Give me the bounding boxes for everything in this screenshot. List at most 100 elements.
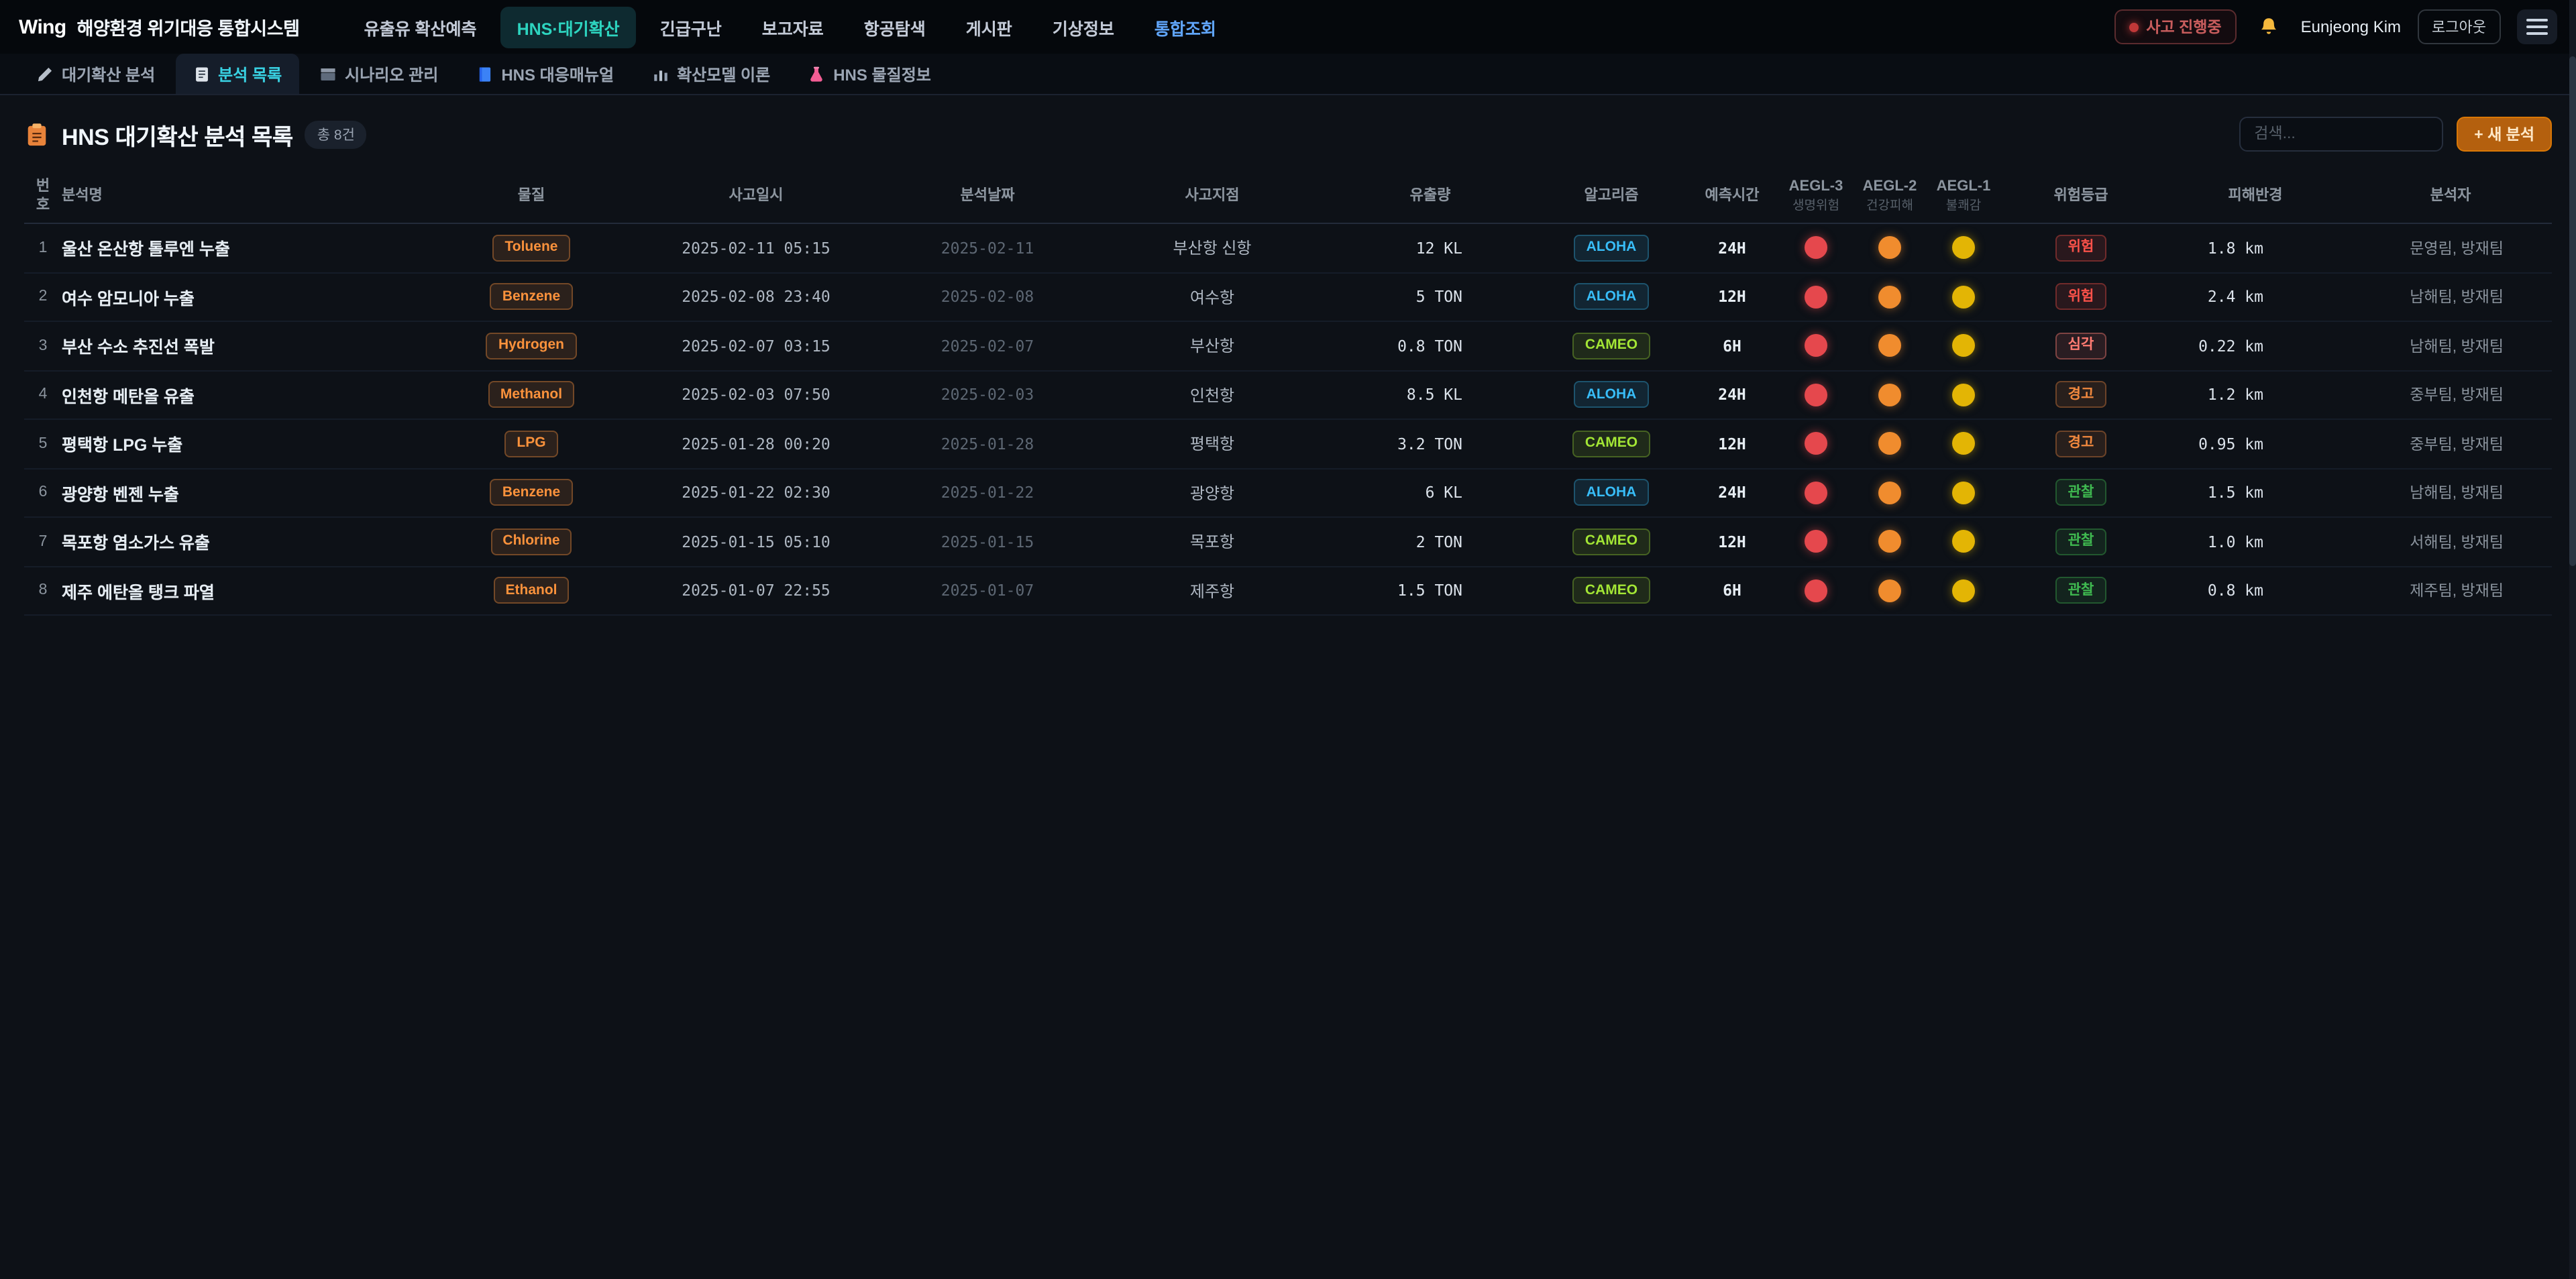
cell-aegl1 <box>1927 482 2000 504</box>
nav-item-3[interactable]: 보고자료 <box>746 6 840 48</box>
logo-text: Wing <box>19 15 66 38</box>
column-header-label: AEGL-1 <box>1927 178 2000 197</box>
algorithm-badge: ALOHA <box>1574 381 1649 408</box>
table-row[interactable]: 5평택항 LPG 누출LPG2025-01-28 00:202025-01-28… <box>24 420 2552 469</box>
algorithm-badge: CAMEO <box>1573 577 1650 604</box>
substance-badge: Chlorine <box>490 528 572 555</box>
brand[interactable]: Wing 해양환경 위기대응 통합시스템 <box>19 13 300 40</box>
clipboard-icon <box>24 121 50 147</box>
column-header-duration: 예측시간 <box>1685 187 1779 206</box>
tab-2[interactable]: 시나리오 관리 <box>302 54 455 94</box>
cell-grade: 위험 <box>2000 283 2161 310</box>
cell-amount: 1.5 TON <box>1323 581 1538 600</box>
cell-amount: 3.2 TON <box>1323 435 1538 453</box>
aegl3-indicator-dot <box>1805 335 1827 357</box>
table-row[interactable]: 7목포항 염소가스 유출Chlorine2025-01-15 05:102025… <box>24 518 2552 567</box>
cell-aegl3 <box>1779 237 1853 260</box>
cell-location: 목포항 <box>1102 531 1323 553</box>
cell-amount: 0.8 TON <box>1323 337 1538 355</box>
cell-aegl2 <box>1853 579 1927 602</box>
manual-icon <box>476 65 493 82</box>
cell-aegl3 <box>1779 579 1853 602</box>
cell-no: 6 <box>24 485 62 501</box>
tab-label: 확산모델 이론 <box>677 62 770 85</box>
cell-algorithm: ALOHA <box>1538 283 1685 310</box>
cell-aegl3 <box>1779 531 1853 553</box>
hamburger-menu-button[interactable] <box>2517 9 2557 44</box>
aegl1-indicator-dot <box>1952 335 1975 357</box>
column-header-datetime: 사고일시 <box>639 187 873 206</box>
table-row[interactable]: 1울산 온산항 톨루엔 누출Toluene2025-02-11 05:15202… <box>24 224 2552 273</box>
table-row[interactable]: 6광양항 벤젠 누출Benzene2025-01-22 02:302025-01… <box>24 469 2552 518</box>
cell-no: 4 <box>24 387 62 403</box>
aegl2-indicator-dot <box>1878 531 1901 553</box>
cell-aegl3 <box>1779 286 1853 309</box>
cell-substance: Hydrogen <box>424 332 639 359</box>
table-row[interactable]: 8제주 에탄올 탱크 파열Ethanol2025-01-07 22:552025… <box>24 567 2552 616</box>
aegl2-indicator-dot <box>1878 335 1901 357</box>
vertical-scrollbar[interactable] <box>2569 0 2576 1279</box>
cell-substance: Chlorine <box>424 528 639 555</box>
aegl3-indicator-dot <box>1805 286 1827 309</box>
table-row[interactable]: 2여수 암모니아 누출Benzene2025-02-08 23:402025-0… <box>24 273 2552 322</box>
search-input[interactable] <box>2239 117 2443 152</box>
tab-5[interactable]: HNS 물질정보 <box>790 54 949 94</box>
tab-1[interactable]: 분석 목록 <box>175 54 299 94</box>
cell-date: 2025-02-11 <box>873 239 1102 258</box>
cell-no: 1 <box>24 240 62 256</box>
nav-item-2[interactable]: 긴급구난 <box>644 6 738 48</box>
tab-3[interactable]: HNS 대응매뉴얼 <box>458 54 631 94</box>
cell-aegl2 <box>1853 237 1927 260</box>
notification-bell-button[interactable] <box>2253 11 2285 43</box>
cell-grade: 심각 <box>2000 332 2161 359</box>
cell-datetime: 2025-01-22 02:30 <box>639 484 873 502</box>
tab-label: 시나리오 관리 <box>345 62 438 85</box>
nav-item-7[interactable]: 통합조회 <box>1138 6 1232 48</box>
nav-item-4[interactable]: 항공탐색 <box>848 6 942 48</box>
aegl1-indicator-dot <box>1952 531 1975 553</box>
nav-item-1[interactable]: HNS·대기확산 <box>501 6 636 48</box>
column-header-sublabel: 불쾌감 <box>1927 199 2000 215</box>
app-title: 해양환경 위기대응 통합시스템 <box>77 13 300 40</box>
new-analysis-button[interactable]: + 새 분석 <box>2457 117 2552 152</box>
cell-name: 목포항 염소가스 유출 <box>62 529 424 555</box>
cell-duration: 24H <box>1685 386 1779 404</box>
cell-aegl1 <box>1927 579 2000 602</box>
main-content: HNS 대기확산 분석 목록 총 8건 + 새 분석 번호분석명물질사고일시분석… <box>0 117 2576 616</box>
nav-item-6[interactable]: 기상정보 <box>1036 6 1130 48</box>
aegl1-indicator-dot <box>1952 286 1975 309</box>
cell-datetime: 2025-01-28 00:20 <box>639 435 873 453</box>
cell-substance: LPG <box>424 430 639 457</box>
nav-item-5[interactable]: 게시판 <box>950 6 1028 48</box>
cell-duration: 6H <box>1685 337 1779 355</box>
logout-button[interactable]: 로그아웃 <box>2417 9 2501 44</box>
tab-0[interactable]: 대기확산 분석 <box>19 54 172 94</box>
cell-location: 부산항 신항 <box>1102 237 1323 260</box>
table-row[interactable]: 4인천항 메탄올 유출Methanol2025-02-03 07:502025-… <box>24 371 2552 420</box>
scrollbar-thumb[interactable] <box>2569 56 2576 566</box>
column-header-label: 번호 <box>34 178 52 215</box>
incident-status-badge[interactable]: 사고 진행중 <box>2114 9 2236 44</box>
cell-aegl2 <box>1853 433 1927 455</box>
column-header-aegl1: AEGL-1 불쾌감 <box>1927 178 2000 214</box>
cell-location: 평택항 <box>1102 433 1323 455</box>
table-row[interactable]: 3부산 수소 추진선 폭발Hydrogen2025-02-07 03:15202… <box>24 322 2552 371</box>
count-badge: 총 8건 <box>305 120 367 148</box>
cell-name: 평택항 LPG 누출 <box>62 431 424 457</box>
nav-item-0[interactable]: 유출유 확산예측 <box>348 6 493 48</box>
cell-datetime: 2025-01-07 22:55 <box>639 581 873 600</box>
cell-grade: 관찰 <box>2000 577 2161 604</box>
tab-4[interactable]: 확산모델 이론 <box>634 54 788 94</box>
column-header-label: 예측시간 <box>1685 187 1779 206</box>
bell-icon <box>2258 16 2279 38</box>
grade-badge: 경고 <box>2056 430 2106 457</box>
cell-aegl1 <box>1927 237 2000 260</box>
user-name: Eunjeong Kim <box>2301 17 2401 36</box>
cell-date: 2025-01-22 <box>873 484 1102 502</box>
column-header-aegl2: AEGL-2건강피해 <box>1853 178 1927 214</box>
cell-no: 2 <box>24 289 62 305</box>
cell-aegl1 <box>1927 335 2000 357</box>
cell-duration: 24H <box>1685 484 1779 502</box>
cell-algorithm: CAMEO <box>1538 528 1685 555</box>
cell-datetime: 2025-01-15 05:10 <box>639 533 873 551</box>
